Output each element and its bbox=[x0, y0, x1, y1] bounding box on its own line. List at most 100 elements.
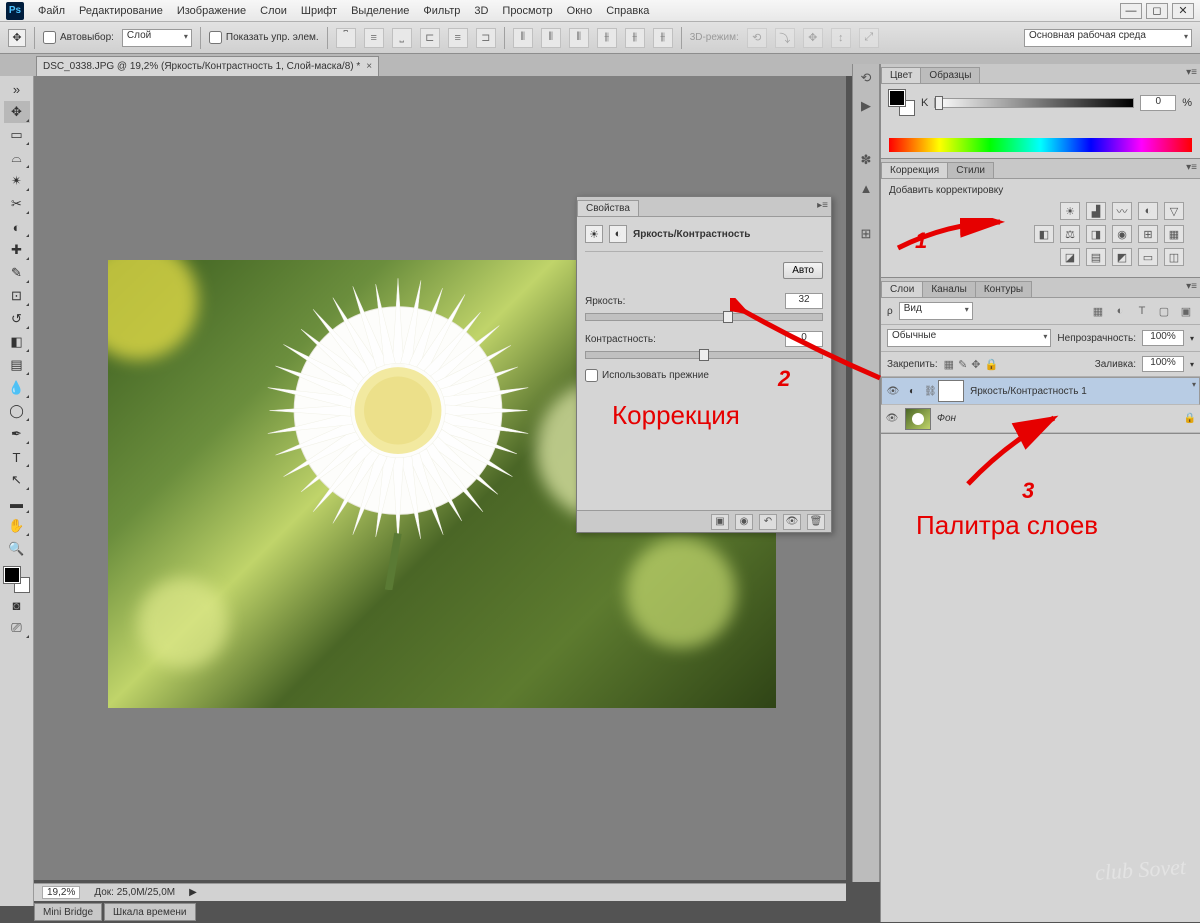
lock-all-icon[interactable]: 🔒 bbox=[985, 358, 999, 371]
status-arrow-icon[interactable]: ▶ bbox=[189, 887, 197, 898]
paths-tab[interactable]: Контуры bbox=[975, 281, 1032, 297]
align-vcenter-icon[interactable]: ≡ bbox=[364, 28, 384, 48]
layer-name[interactable]: Яркость/Контрастность 1 bbox=[970, 386, 1087, 397]
lasso-tool[interactable]: ⌓ bbox=[4, 147, 30, 169]
maximize-button[interactable]: ◻ bbox=[1146, 3, 1168, 19]
gradient-tool[interactable]: ▤ bbox=[4, 354, 30, 376]
trash-icon[interactable]: 🗑 bbox=[807, 514, 825, 530]
curves-adj-icon[interactable]: 〰 bbox=[1112, 202, 1132, 220]
eraser-tool[interactable]: ◧ bbox=[4, 331, 30, 353]
channels-tab[interactable]: Каналы bbox=[922, 281, 976, 297]
brightness-slider[interactable] bbox=[585, 313, 823, 321]
layer-thumb[interactable] bbox=[905, 408, 931, 430]
brush-presets-icon[interactable]: ✽ bbox=[856, 150, 876, 170]
align-left-icon[interactable]: ⊏ bbox=[420, 28, 440, 48]
path-select-tool[interactable]: ↖ bbox=[4, 469, 30, 491]
hue-adj-icon[interactable]: ◧ bbox=[1034, 225, 1054, 243]
blur-tool[interactable]: 💧 bbox=[4, 377, 30, 399]
menu-select[interactable]: Выделение bbox=[351, 5, 409, 17]
layer-adjustment[interactable]: 👁 ◐ ⛓ Яркость/Контрастность 1 bbox=[881, 377, 1200, 405]
opacity-value[interactable]: 100% bbox=[1142, 330, 1184, 346]
zoom-field[interactable]: 19,2% bbox=[42, 886, 80, 899]
properties-strip-icon[interactable]: ⊞ bbox=[856, 224, 876, 244]
document-tab[interactable]: DSC_0338.JPG @ 19,2% (Яркость/Контрастно… bbox=[36, 56, 379, 76]
close-tab-icon[interactable]: × bbox=[366, 61, 372, 72]
hand-tool[interactable]: ✋ bbox=[4, 515, 30, 537]
screenmode-toggle[interactable]: ⎚ bbox=[4, 617, 30, 639]
k-slider[interactable] bbox=[934, 98, 1134, 108]
contrast-value[interactable]: 0 bbox=[785, 331, 823, 347]
menu-edit[interactable]: Редактирование bbox=[79, 5, 163, 17]
selcolor-adj-icon[interactable]: ◫ bbox=[1164, 248, 1184, 266]
dist-bottom-icon[interactable]: ⫴ bbox=[569, 28, 589, 48]
menu-filter[interactable]: Фильтр bbox=[423, 5, 460, 17]
layer-name[interactable]: Фон bbox=[937, 413, 956, 424]
history-brush-tool[interactable]: ↺ bbox=[4, 308, 30, 330]
dist-right-icon[interactable]: ⫵ bbox=[653, 28, 673, 48]
menu-type[interactable]: Шрифт bbox=[301, 5, 337, 17]
k-value[interactable]: 0 bbox=[1140, 95, 1176, 111]
stamp-tool[interactable]: ⊡ bbox=[4, 285, 30, 307]
shape-tool[interactable]: ▬ bbox=[4, 492, 30, 514]
tab-handle-icon[interactable]: » bbox=[4, 78, 30, 100]
minimize-button[interactable]: — bbox=[1120, 3, 1142, 19]
panel-menu-icon[interactable]: ▾≡ bbox=[1186, 162, 1197, 173]
panel-menu-icon[interactable]: ▾≡ bbox=[1186, 67, 1197, 78]
visibility-toggle[interactable]: 👁 bbox=[886, 386, 900, 397]
menu-3d[interactable]: 3D bbox=[474, 5, 488, 17]
wand-tool[interactable]: ✴ bbox=[4, 170, 30, 192]
autoselect-target-select[interactable]: Слой bbox=[122, 29, 192, 47]
colorbal-adj-icon[interactable]: ⚖ bbox=[1060, 225, 1080, 243]
brush-tool[interactable]: ✎ bbox=[4, 262, 30, 284]
align-hcenter-icon[interactable]: ≡ bbox=[448, 28, 468, 48]
auto-button[interactable]: Авто bbox=[783, 262, 823, 279]
color-swatch-pair[interactable] bbox=[889, 90, 915, 116]
align-right-icon[interactable]: ⊐ bbox=[476, 28, 496, 48]
levels-adj-icon[interactable]: ▟ bbox=[1086, 202, 1106, 220]
prev-state-icon[interactable]: ◉ bbox=[735, 514, 753, 530]
layer-mask-thumb[interactable] bbox=[938, 380, 964, 402]
fill-value[interactable]: 100% bbox=[1142, 356, 1184, 372]
filter-pixel-icon[interactable]: ▦ bbox=[1090, 304, 1106, 318]
photo-filter-adj-icon[interactable]: ◉ bbox=[1112, 225, 1132, 243]
brush-icon[interactable]: ▲ bbox=[856, 178, 876, 198]
align-bottom-icon[interactable]: ⎵ bbox=[392, 28, 412, 48]
clip-icon[interactable]: ▣ bbox=[711, 514, 729, 530]
filter-type-icon[interactable]: T bbox=[1134, 304, 1150, 318]
swatches-tab[interactable]: Образцы bbox=[920, 67, 980, 83]
color-swatches[interactable] bbox=[4, 567, 30, 593]
menu-layers[interactable]: Слои bbox=[260, 5, 287, 17]
exposure-adj-icon[interactable]: ◐ bbox=[1138, 202, 1158, 220]
filter-smart-icon[interactable]: ▣ bbox=[1178, 304, 1194, 318]
layer-background[interactable]: 👁 Фон 🔒 bbox=[881, 405, 1200, 433]
lock-position-icon[interactable]: ✥ bbox=[971, 358, 980, 371]
dist-left-icon[interactable]: ⫵ bbox=[597, 28, 617, 48]
pan3d-icon[interactable]: ✥ bbox=[803, 28, 823, 48]
crop-tool[interactable]: ✂ bbox=[4, 193, 30, 215]
orbit3d-icon[interactable]: ⟲ bbox=[747, 28, 767, 48]
filter-shape-icon[interactable]: ▢ bbox=[1156, 304, 1172, 318]
panel-menu-icon[interactable]: ▸≡ bbox=[817, 200, 828, 211]
visibility-icon[interactable]: 👁 bbox=[783, 514, 801, 530]
healing-tool[interactable]: ✚ bbox=[4, 239, 30, 261]
dodge-tool[interactable]: ◯ bbox=[4, 400, 30, 422]
visibility-toggle[interactable]: 👁 bbox=[885, 413, 899, 424]
menu-file[interactable]: Файл bbox=[38, 5, 65, 17]
move-tool[interactable]: ✥ bbox=[4, 101, 30, 123]
gradmap-adj-icon[interactable]: ▭ bbox=[1138, 248, 1158, 266]
eyedropper-tool[interactable]: ◐ bbox=[4, 216, 30, 238]
spectrum-bar[interactable] bbox=[889, 138, 1192, 152]
link-icon[interactable]: ⛓ bbox=[924, 386, 932, 397]
roll3d-icon[interactable]: ⤵ bbox=[775, 28, 795, 48]
menu-view[interactable]: Просмотр bbox=[502, 5, 552, 17]
blend-mode-select[interactable]: Обычные bbox=[887, 329, 1051, 347]
marquee-tool[interactable]: ▭ bbox=[4, 124, 30, 146]
posterize-adj-icon[interactable]: ▤ bbox=[1086, 248, 1106, 266]
panel-menu-icon[interactable]: ▾≡ bbox=[1186, 281, 1197, 292]
threshold-adj-icon[interactable]: ◩ bbox=[1112, 248, 1132, 266]
bw-adj-icon[interactable]: ◨ bbox=[1086, 225, 1106, 243]
brightness-adj-icon[interactable]: ☀ bbox=[1060, 202, 1080, 220]
invert-adj-icon[interactable]: ◪ bbox=[1060, 248, 1080, 266]
workspace-select[interactable]: Основная рабочая среда bbox=[1024, 29, 1192, 47]
minibridge-tab[interactable]: Mini Bridge bbox=[34, 903, 102, 921]
